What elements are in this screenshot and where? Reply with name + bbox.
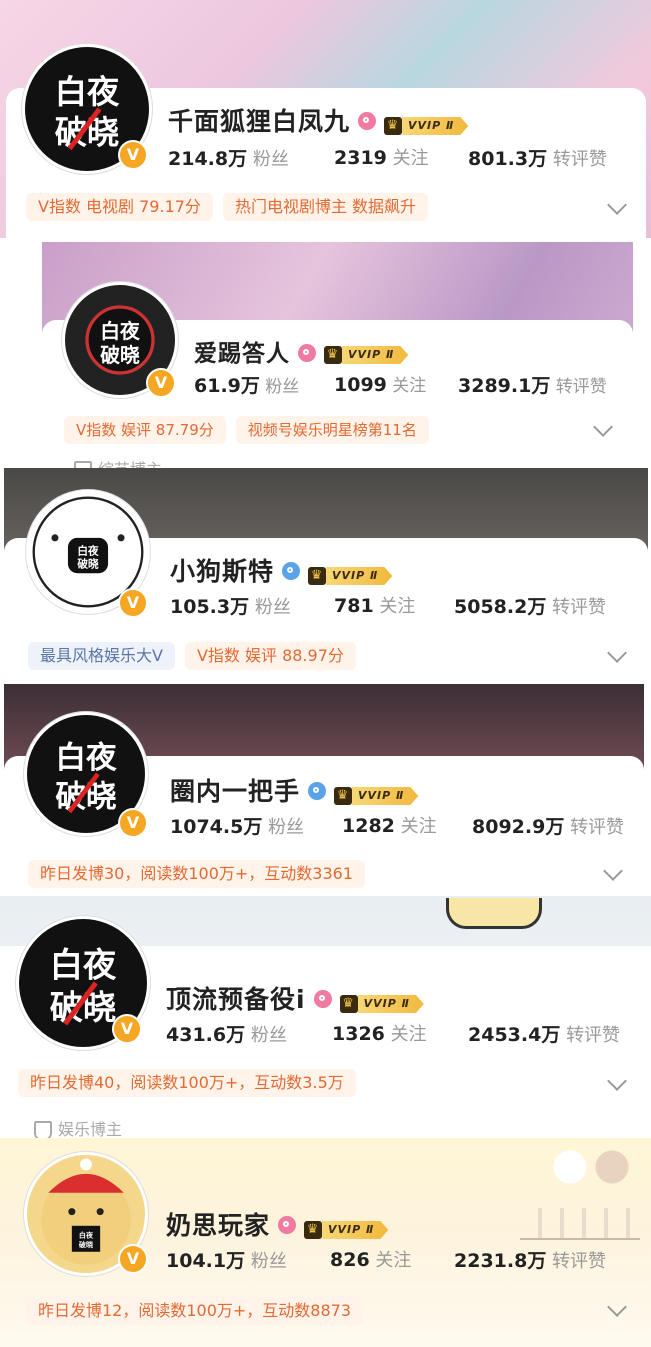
svg-text:白夜: 白夜 bbox=[55, 740, 117, 776]
vvip-badge[interactable]: ♛ VVIP Ⅱ bbox=[304, 1214, 389, 1239]
verified-badge: V bbox=[112, 1014, 142, 1044]
svg-text:白夜: 白夜 bbox=[100, 319, 140, 343]
vvip-badge[interactable]: ♛ VVIP Ⅱ bbox=[324, 342, 409, 364]
crown-icon: ♛ bbox=[384, 117, 403, 135]
followers-stat[interactable]: 1074.5万 粉丝 bbox=[170, 812, 304, 839]
male-gender-icon bbox=[308, 782, 327, 800]
vvip-badge[interactable]: ♛ VVIP Ⅱ bbox=[384, 110, 469, 135]
verified-badge: V bbox=[118, 588, 148, 618]
followers-stat[interactable]: 104.1万 粉丝 bbox=[166, 1246, 287, 1273]
following-stat[interactable]: 1326 关注 bbox=[332, 1020, 427, 1046]
vvip-badge[interactable]: ♛ VVIP Ⅱ bbox=[339, 988, 424, 1013]
v-index-tag[interactable]: V指数 娱评 88.97分 bbox=[184, 642, 356, 670]
engagement-stat[interactable]: 5058.2万 转评赞 bbox=[454, 592, 606, 619]
followers-stat[interactable]: 431.6万 粉丝 bbox=[166, 1020, 287, 1047]
username[interactable]: 圈内一把手 ♛ VVIP Ⅱ bbox=[170, 772, 419, 808]
following-stat[interactable]: 1099 关注 bbox=[334, 371, 426, 396]
ranking-tag[interactable]: 视频号娱乐明星榜第11名 bbox=[235, 416, 429, 444]
female-gender-icon bbox=[358, 112, 377, 130]
vvip-badge[interactable]: ♛ VVIP Ⅱ bbox=[308, 560, 393, 585]
username[interactable]: 千面狐狸白凤九 ♛ VVIP Ⅱ bbox=[168, 102, 469, 138]
followers-stat[interactable]: 214.8万 粉丝 bbox=[168, 144, 289, 171]
daily-stats-tag[interactable]: 昨日发博12，阅读数100万+，互动数8873 bbox=[26, 1297, 364, 1325]
crown-icon: ♛ bbox=[334, 787, 353, 805]
cartoon-decoration bbox=[446, 898, 542, 929]
username[interactable]: 爱踢答人 ♛ VVIP Ⅱ bbox=[194, 334, 409, 368]
fence-decoration bbox=[520, 1208, 640, 1240]
verified-badge: V bbox=[146, 368, 176, 398]
category-label: 娱乐博主 bbox=[34, 1116, 122, 1141]
engagement-stat[interactable]: 3289.1万 转评赞 bbox=[458, 371, 607, 398]
v-index-tag[interactable]: V指数 娱评 87.79分 bbox=[64, 416, 226, 444]
crown-icon: ♛ bbox=[304, 1221, 323, 1239]
following-stat[interactable]: 781 关注 bbox=[334, 592, 415, 618]
vvip-badge[interactable]: ♛ VVIP Ⅱ bbox=[334, 780, 419, 805]
following-stat[interactable]: 826 关注 bbox=[330, 1246, 411, 1272]
daily-stats-tag[interactable]: 昨日发博30，阅读数100万+，互动数3361 bbox=[28, 860, 366, 888]
username[interactable]: 顶流预备役i ♛ VVIP Ⅱ bbox=[166, 980, 424, 1016]
style-award-tag[interactable]: 最具风格娱乐大V bbox=[28, 642, 175, 670]
engagement-stat[interactable]: 2453.4万 转评赞 bbox=[468, 1020, 620, 1047]
followers-stat[interactable]: 61.9万 粉丝 bbox=[194, 371, 299, 398]
svg-text:破晓: 破晓 bbox=[100, 343, 140, 367]
username[interactable]: 奶思玩家 ♛ VVIP Ⅱ bbox=[166, 1206, 389, 1242]
female-gender-icon bbox=[313, 990, 332, 1008]
svg-text:破晓: 破晓 bbox=[50, 988, 117, 1027]
female-gender-icon bbox=[278, 1216, 297, 1234]
female-gender-icon bbox=[298, 343, 316, 362]
following-stat[interactable]: 2319 关注 bbox=[334, 144, 429, 170]
avatar-text-bottom: 破晓 bbox=[55, 114, 119, 152]
hot-blogger-tag[interactable]: 热门电视剧博主 数据飙升 bbox=[222, 193, 429, 221]
username[interactable]: 小狗斯特 ♛ VVIP Ⅱ bbox=[170, 552, 393, 588]
avatar-text-top: 白夜 bbox=[55, 73, 120, 111]
verified-badge: V bbox=[118, 1244, 148, 1274]
engagement-stat[interactable]: 8092.9万 转评赞 bbox=[472, 812, 624, 839]
engagement-stat[interactable]: 801.3万 转评赞 bbox=[468, 144, 607, 171]
svg-text:白夜: 白夜 bbox=[79, 1231, 94, 1240]
male-gender-icon bbox=[282, 562, 301, 580]
profile-card-1[interactable]: 白夜 破晓 V 千面狐狸白凤九 ♛ VVIP Ⅱ 214.8万 粉丝 2319 关注 … bbox=[0, 0, 651, 238]
daily-stats-tag[interactable]: 昨日发博40，阅读数100万+，互动数3.5万 bbox=[18, 1069, 356, 1097]
category-label-partial: 综艺博主 bbox=[74, 456, 162, 468]
crown-icon: ♛ bbox=[308, 567, 327, 585]
svg-text:破晓: 破晓 bbox=[77, 557, 99, 570]
svg-text:破晓: 破晓 bbox=[55, 779, 117, 815]
verified-badge: V bbox=[118, 808, 148, 838]
svg-text:白夜: 白夜 bbox=[77, 544, 99, 557]
engagement-stat[interactable]: 2231.8万 转评赞 bbox=[454, 1246, 606, 1273]
crown-icon: ♛ bbox=[339, 995, 358, 1013]
followers-stat[interactable]: 105.3万 粉丝 bbox=[170, 592, 291, 619]
v-index-tag[interactable]: V指数 电视剧 79.17分 bbox=[26, 193, 213, 221]
svg-text:白夜: 白夜 bbox=[50, 946, 117, 985]
following-stat[interactable]: 1282 关注 bbox=[342, 812, 437, 838]
cartoon-decoration bbox=[540, 1142, 640, 1192]
svg-text:破晓: 破晓 bbox=[79, 1240, 93, 1249]
verified-badge: V bbox=[118, 140, 148, 170]
crown-icon: ♛ bbox=[324, 346, 342, 364]
shield-icon bbox=[74, 460, 92, 468]
